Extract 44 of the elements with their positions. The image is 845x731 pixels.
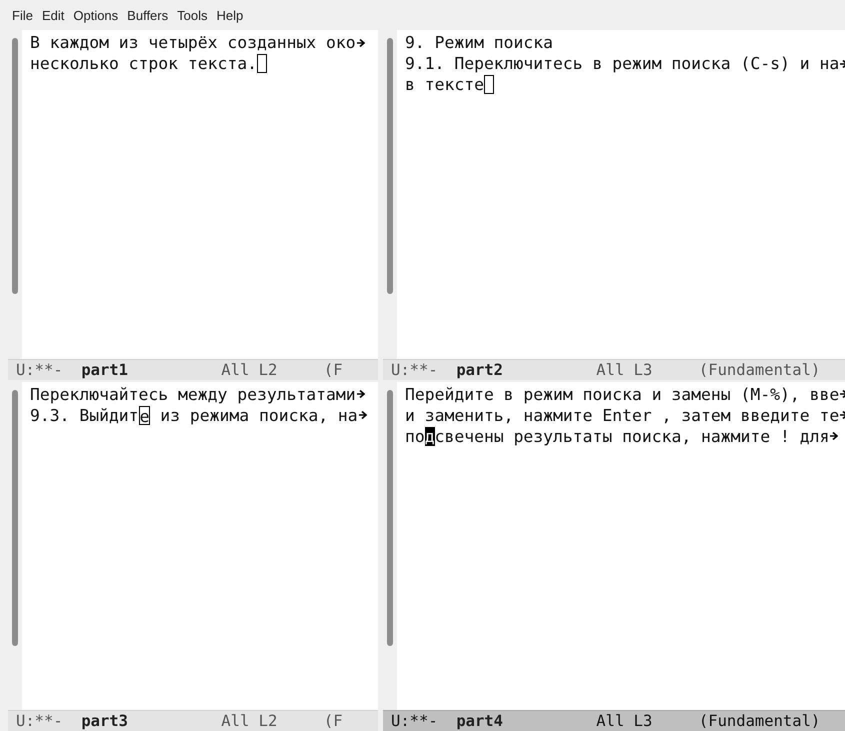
buffer-position: All L2 bbox=[221, 360, 278, 378]
editor-pane[interactable]: Перейдите в режим поиска и замены (M-%), вве и заменить, нажмите Enter , затем введите те подсвечены результаты поиска, нажмите ! для bbox=[397, 382, 845, 710]
text-line: свечены результаты поиска, нажмите ! для bbox=[434, 426, 830, 446]
buffer-status: U:**- bbox=[16, 360, 64, 378]
menu-item[interactable]: Help bbox=[216, 8, 244, 22]
text-line: В каждом из четырёх созданных око bbox=[30, 32, 356, 53]
editor-pane[interactable]: В каждом из четырёх созданных око несколько строк текста. bbox=[22, 30, 378, 358]
menu-item[interactable]: Edit bbox=[42, 8, 64, 22]
text-line: Перейдите в режим поиска и замены (M-%), вве bbox=[405, 384, 840, 404]
buffer-position: All L3 bbox=[596, 712, 654, 730]
buffer-status: U:**- bbox=[391, 712, 439, 730]
major-mode: (Fundamental) bbox=[698, 712, 820, 730]
editor-pane[interactable]: Переключайтесь между результатами 9.3. Выйдит е из режима поиска, на bbox=[22, 382, 378, 710]
text-line: в тексте bbox=[405, 74, 484, 95]
text-line: 9. Режим поиска bbox=[405, 32, 554, 53]
buffer-status: U:**- bbox=[16, 712, 64, 730]
major-mode: (F bbox=[324, 360, 343, 378]
major-mode: (F bbox=[324, 712, 343, 730]
editor-pane[interactable]: 9. Режим поиска 9.1. Переключитесь в режим поиска (C-s) и на в тексте bbox=[397, 30, 845, 358]
major-mode: (Fundamental) bbox=[698, 360, 820, 378]
scroll-bar[interactable] bbox=[12, 38, 18, 294]
buffer-position: All L2 bbox=[221, 712, 278, 730]
text-line: и заменить, нажмите Enter , затем введите те bbox=[405, 404, 840, 426]
text-line: несколько строк текста. bbox=[30, 53, 257, 74]
text-cursor: д bbox=[424, 426, 435, 446]
menu-item[interactable]: File bbox=[12, 8, 33, 22]
buffer-status: U:**- bbox=[391, 360, 439, 378]
buffer-name: part4 bbox=[456, 712, 504, 730]
scroll-bar[interactable] bbox=[387, 38, 393, 294]
text-line: 9.3. Выйдит bbox=[30, 404, 139, 426]
scroll-bar[interactable] bbox=[12, 390, 18, 646]
text-line: по bbox=[405, 426, 425, 446]
text-line: Переключайтесь между результатами bbox=[30, 384, 356, 404]
scroll-bar[interactable] bbox=[387, 390, 393, 646]
buffer-name: part3 bbox=[81, 712, 129, 730]
buffer-position: All L3 bbox=[596, 360, 654, 378]
text-cursor: е bbox=[138, 406, 150, 424]
menu-item[interactable]: Options bbox=[73, 8, 118, 22]
text-line: 9.1. Переключитесь в режим поиска (C-s) и на bbox=[405, 53, 840, 74]
buffer-name: part1 bbox=[81, 360, 129, 378]
buffer-name: part2 bbox=[456, 360, 504, 378]
menu-item[interactable]: Tools bbox=[177, 8, 208, 22]
text-line: из режима поиска, на bbox=[159, 404, 358, 426]
menu-item[interactable]: Buffers bbox=[127, 8, 168, 22]
